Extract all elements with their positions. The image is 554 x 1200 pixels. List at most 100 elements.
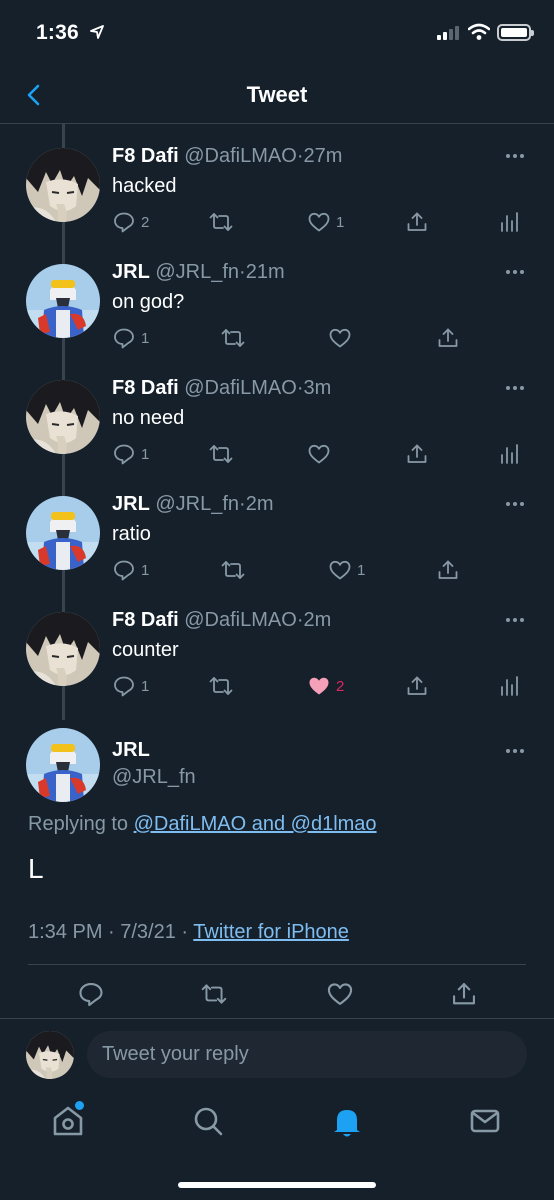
- retweet-button[interactable]: [208, 442, 239, 466]
- share-button[interactable]: [436, 558, 460, 582]
- like-count: 1: [336, 213, 345, 231]
- more-options-icon[interactable]: [506, 386, 524, 390]
- retweet-button[interactable]: [208, 674, 239, 698]
- timestamp-text: 1:34 PM · 7/3/21 ·: [28, 921, 189, 943]
- like-button[interactable]: 1: [307, 210, 344, 234]
- reply-composer: [0, 1019, 554, 1089]
- analytics-icon: [497, 442, 521, 466]
- share-button[interactable]: [450, 980, 478, 1008]
- retweet-icon: [208, 210, 234, 234]
- location-arrow-icon: [90, 25, 104, 39]
- analytics-button[interactable]: [497, 674, 521, 698]
- more-options-icon[interactable]: [506, 618, 524, 622]
- share-button[interactable]: [405, 210, 429, 234]
- like-button[interactable]: [326, 980, 354, 1008]
- tweet-time: 3m: [303, 377, 332, 399]
- avatar[interactable]: [26, 728, 100, 802]
- reply-icon: [112, 558, 136, 582]
- reply-button[interactable]: 1: [112, 326, 149, 350]
- replying-to-link[interactable]: @DafiLMAO and @d1lmao: [134, 813, 377, 835]
- page-title: Tweet: [246, 82, 308, 107]
- reply-icon: [112, 326, 136, 350]
- thread-tweet[interactable]: F8 Dafi @DafiLMAO·3m no need 1: [0, 356, 554, 472]
- tweet-time: 2m: [245, 493, 274, 515]
- author-name[interactable]: F8 Dafi: [112, 609, 179, 631]
- separator-dot: ·: [239, 261, 246, 283]
- retweet-button[interactable]: [220, 558, 251, 582]
- like-button[interactable]: 1: [328, 558, 365, 582]
- replying-prefix: Replying to: [28, 813, 129, 835]
- like-button[interactable]: 2: [307, 674, 344, 698]
- share-icon: [436, 558, 460, 582]
- author-name[interactable]: JRL: [112, 493, 150, 515]
- wifi-icon: [468, 23, 490, 41]
- reply-button[interactable]: 1: [112, 442, 149, 466]
- tweet-timestamp: 1:34 PM · 7/3/21 · Twitter for iPhone: [28, 921, 349, 944]
- more-options-icon[interactable]: [506, 154, 524, 158]
- tweet-time: 27m: [303, 145, 343, 167]
- more-options-icon[interactable]: [506, 270, 524, 274]
- author-handle[interactable]: @DafiLMAO: [184, 377, 297, 399]
- author-handle[interactable]: @JRL_fn: [155, 493, 239, 515]
- reply-button[interactable]: 1: [112, 674, 149, 698]
- tweet-header: JRL @JRL_fn·2m: [112, 493, 274, 516]
- heart-icon: [328, 558, 352, 582]
- share-button[interactable]: [405, 442, 429, 466]
- analytics-icon: [497, 210, 521, 234]
- reply-count: 1: [141, 445, 150, 463]
- author-handle[interactable]: @JRL_fn: [112, 766, 196, 789]
- author-handle[interactable]: @DafiLMAO: [184, 609, 297, 631]
- share-button[interactable]: [405, 674, 429, 698]
- share-icon: [450, 980, 478, 1008]
- heart-icon: [328, 326, 352, 350]
- retweet-button[interactable]: [200, 980, 228, 1008]
- tweet-header: F8 Dafi @DafiLMAO·3m: [112, 377, 331, 400]
- reply-count: 1: [141, 329, 150, 347]
- author-handle[interactable]: @JRL_fn: [155, 261, 239, 283]
- reply-input[interactable]: [87, 1031, 527, 1078]
- reply-button[interactable]: 2: [112, 210, 149, 234]
- reply-button[interactable]: 1: [112, 558, 149, 582]
- retweet-button[interactable]: [220, 326, 251, 350]
- new-content-dot: [75, 1101, 84, 1110]
- more-options-icon[interactable]: [506, 502, 524, 506]
- more-options-icon[interactable]: [506, 749, 524, 753]
- author-name[interactable]: F8 Dafi: [112, 145, 179, 167]
- retweet-icon: [200, 980, 228, 1008]
- search-icon[interactable]: [188, 1101, 228, 1141]
- retweet-icon: [208, 674, 234, 698]
- analytics-button[interactable]: [497, 442, 521, 466]
- author-handle[interactable]: @DafiLMAO: [184, 145, 297, 167]
- tweet-actions: 1: [0, 326, 554, 354]
- tweet-text: no need: [112, 407, 185, 429]
- home-indicator: [178, 1182, 376, 1188]
- like-count: 1: [357, 561, 366, 579]
- retweet-button[interactable]: [208, 210, 239, 234]
- thread-tweet[interactable]: F8 Dafi @DafiLMAO·2m counter 1 2: [0, 588, 554, 704]
- tweet-header: F8 Dafi @DafiLMAO·27m: [112, 145, 342, 168]
- reply-icon: [112, 210, 136, 234]
- like-button[interactable]: [328, 326, 357, 350]
- analytics-button[interactable]: [497, 210, 521, 234]
- author-name[interactable]: JRL: [112, 739, 150, 762]
- share-icon: [405, 674, 429, 698]
- reply-button[interactable]: [77, 980, 105, 1008]
- author-name[interactable]: JRL: [112, 261, 150, 283]
- tweet-text: L: [28, 853, 44, 884]
- tweet-actions: 12: [0, 674, 554, 702]
- thread-tweet[interactable]: F8 Dafi @DafiLMAO·27m hacked 2 1: [0, 124, 554, 240]
- retweet-icon: [220, 326, 246, 350]
- share-button[interactable]: [436, 326, 460, 350]
- tweet-text: hacked: [112, 175, 177, 197]
- tweet-actions: 21: [0, 210, 554, 238]
- like-button[interactable]: [307, 442, 336, 466]
- thread-tweet[interactable]: JRL @JRL_fn·2m ratio 1 1: [0, 472, 554, 588]
- thread-tweet[interactable]: JRL @JRL_fn·21m on god? 1: [0, 240, 554, 356]
- tweet-actions: 11: [0, 558, 554, 586]
- notifications-bell-icon[interactable]: [327, 1101, 367, 1141]
- source-link[interactable]: Twitter for iPhone: [193, 921, 349, 943]
- messages-envelope-icon[interactable]: [465, 1101, 505, 1141]
- tweet-time: 2m: [303, 609, 332, 631]
- status-time: 1:36: [36, 21, 79, 44]
- author-name[interactable]: F8 Dafi: [112, 377, 179, 399]
